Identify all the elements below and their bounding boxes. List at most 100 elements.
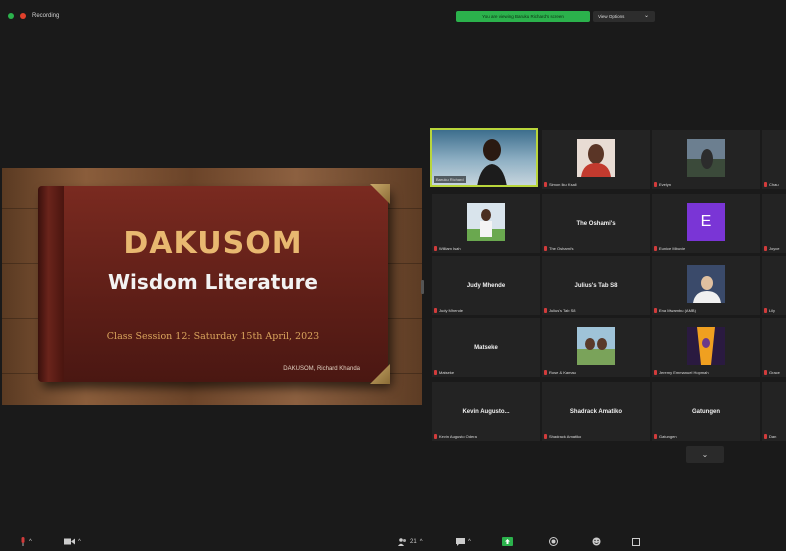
video-camera-icon: [64, 538, 75, 545]
participant-name: Shadrack Amatiko: [549, 434, 582, 439]
reactions-icon: [592, 537, 601, 546]
connection-status-icon: [8, 13, 14, 19]
participant-display-name: Gatungen: [692, 408, 720, 415]
muted-mic-icon: [434, 434, 437, 439]
meeting-top-bar: Recording You are viewing Baruku Richard…: [0, 0, 786, 34]
muted-mic-icon: [544, 308, 547, 313]
record-button[interactable]: [549, 537, 558, 546]
apps-icon: [632, 537, 640, 546]
participant-tile[interactable]: Jeremy Emmanuel Hopmah: [652, 318, 760, 377]
participant-tile[interactable]: Ena Mwambu (AMB): [652, 256, 760, 315]
muted-mic-icon: [654, 308, 657, 313]
participant-tile[interactable]: Kevin Augusto... Kevin Augusto Odera: [432, 382, 540, 441]
slide-subtitle: Wisdom Literature: [108, 270, 318, 294]
mute-button[interactable]: ^: [20, 537, 32, 546]
chevron-down-icon: ⌄: [701, 450, 709, 459]
participant-photo: [687, 327, 725, 365]
recording-indicator[interactable]: Recording: [8, 13, 59, 19]
participant-display-name: Kevin Augusto...: [462, 408, 510, 415]
panel-resize-handle[interactable]: [421, 280, 424, 294]
participant-name: William Isah: [439, 246, 461, 251]
record-dot-icon: [20, 13, 26, 19]
participant-tile[interactable]: Lily: [762, 256, 786, 315]
participant-tile[interactable]: Julius's Tab S8 Julius's Tab S8: [542, 256, 650, 315]
participant-tile[interactable]: Shadrack Amatiko Shadrack Amatiko: [542, 382, 650, 441]
participant-tile[interactable]: Grace: [762, 318, 786, 377]
mute-caret[interactable]: ^: [29, 539, 32, 545]
avatar: E: [687, 203, 725, 241]
participant-tile[interactable]: E Eunice Mbuvie: [652, 194, 760, 253]
apps-button[interactable]: [632, 537, 640, 546]
participant-tile[interactable]: Rose & Kamau: [542, 318, 650, 377]
muted-mic-icon: [654, 182, 657, 187]
participant-display-name: The Oshami's: [576, 220, 616, 227]
muted-mic-icon: [544, 434, 547, 439]
participants-icon: [398, 537, 406, 546]
participant-tile[interactable]: Judy Mhende Judy Mhende: [432, 256, 540, 315]
muted-mic-icon: [434, 246, 437, 251]
participant-photo: [577, 139, 615, 177]
participant-display-name: Matseke: [474, 344, 498, 351]
chevron-down-icon: ⌄: [643, 13, 649, 19]
chat-caret[interactable]: ^: [468, 539, 471, 545]
participant-name: Eunice Mbuvie: [659, 246, 686, 251]
participant-name: Jeremy Emmanuel Hopmah: [659, 370, 709, 375]
participant-name: Lily: [769, 308, 776, 313]
participant-name: Grace: [769, 370, 780, 375]
video-caret[interactable]: ^: [78, 539, 81, 545]
participants-caret[interactable]: ^: [420, 539, 423, 545]
microphone-icon: [21, 537, 25, 546]
participant-name: The Oshami's: [549, 246, 574, 251]
participant-name: Matseke: [439, 370, 455, 375]
muted-mic-icon: [764, 434, 767, 439]
participant-name: Gatungen: [659, 434, 677, 439]
shared-screen-slide: DAKUSOM Wisdom Literature Class Session …: [2, 168, 422, 405]
participants-button[interactable]: 21 ^: [398, 537, 423, 546]
participant-photo: [687, 265, 725, 303]
participant-tile[interactable]: Matseke Matseke: [432, 318, 540, 377]
share-screen-button[interactable]: [502, 537, 513, 546]
muted-mic-icon: [544, 370, 547, 375]
participant-display-name: Judy Mhende: [466, 282, 506, 289]
recording-label: Recording: [32, 13, 60, 19]
reactions-button[interactable]: [592, 537, 601, 546]
muted-mic-icon: [654, 370, 657, 375]
gallery-expand-button[interactable]: ⌄: [686, 446, 724, 463]
muted-mic-icon: [434, 370, 437, 375]
participant-tile[interactable]: The Oshami's The Oshami's: [542, 194, 650, 253]
participant-tile[interactable]: Chau: [762, 130, 786, 189]
chat-button[interactable]: ^: [456, 537, 471, 546]
participant-name: Evelyn: [659, 182, 672, 187]
video-button[interactable]: ^: [64, 537, 81, 546]
participant-name: Simon Iku Ksali: [549, 182, 577, 187]
record-icon: [549, 537, 558, 546]
participant-display-name: Julius's Tab S8: [574, 282, 618, 289]
speaker-video: [477, 139, 507, 185]
participant-tile[interactable]: Baruku Richard: [430, 128, 538, 187]
participants-count: 21: [410, 538, 417, 545]
participant-tile[interactable]: Simon Iku Ksali: [542, 130, 650, 189]
slide-credit: DAKUSOM, Richard Khanda: [283, 366, 360, 372]
participant-name: Joyce: [769, 246, 780, 251]
view-options-button[interactable]: View Options ⌄: [593, 11, 655, 22]
participant-name: Judy Mhende: [439, 308, 464, 313]
muted-mic-icon: [764, 370, 767, 375]
muted-mic-icon: [764, 246, 767, 251]
meeting-toolbar: ^ ^ 21 ^ ^: [0, 530, 786, 551]
participant-tile[interactable]: Gatungen Gatungen: [652, 382, 760, 441]
participant-tile[interactable]: Joyce: [762, 194, 786, 253]
participant-photo: [577, 327, 615, 365]
muted-mic-icon: [764, 308, 767, 313]
share-screen-icon: [502, 537, 513, 546]
muted-mic-icon: [434, 308, 437, 313]
participant-name: Ena Mwambu (AMB): [659, 308, 696, 313]
viewing-screen-banner: You are viewing Baruku Richard's screen: [456, 11, 590, 22]
participant-tile[interactable]: Evelyn: [652, 130, 760, 189]
participant-tile[interactable]: Dan: [762, 382, 786, 441]
participant-photo: [467, 203, 505, 241]
participant-tile[interactable]: William Isah: [432, 194, 540, 253]
view-options-label: View Options: [598, 14, 625, 19]
participant-name: Chau: [769, 182, 779, 187]
participant-name: Dan: [769, 434, 777, 439]
muted-mic-icon: [544, 246, 547, 251]
